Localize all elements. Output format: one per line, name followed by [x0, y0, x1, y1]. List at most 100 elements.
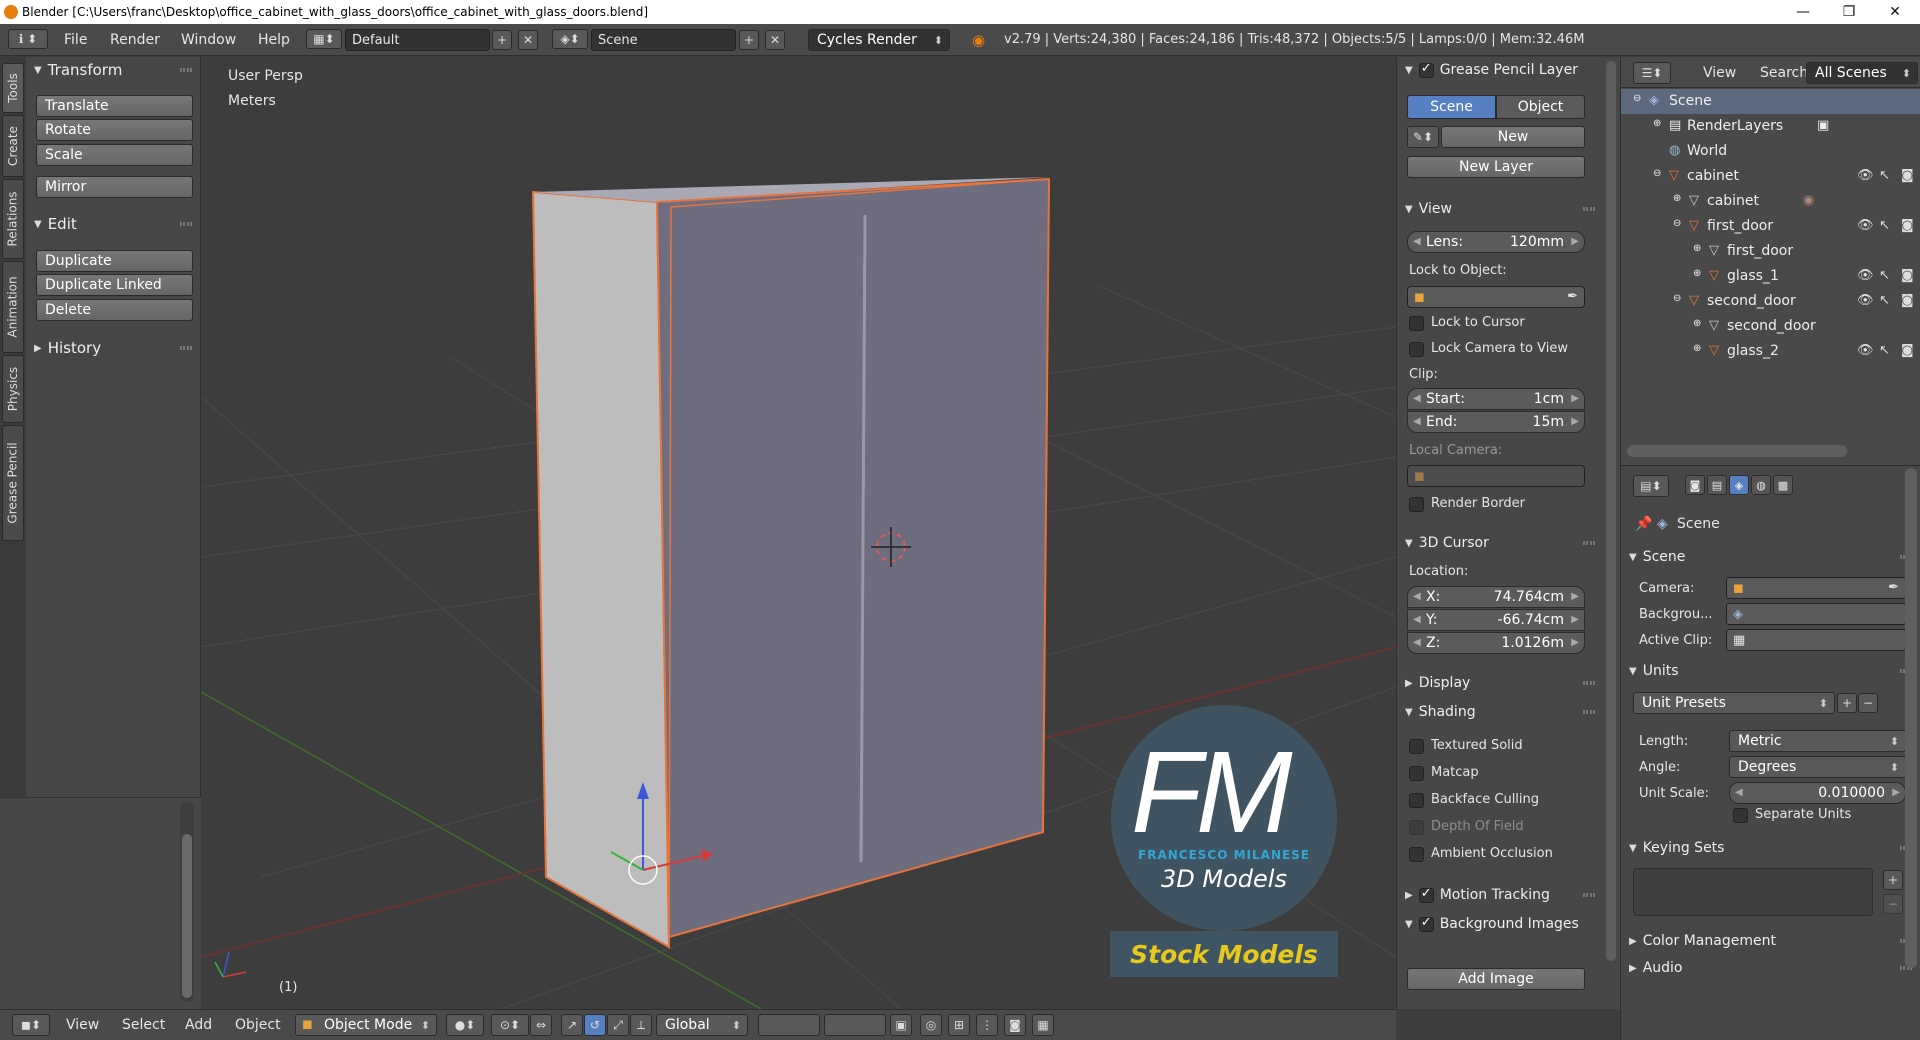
transform-orientation-icon[interactable]: ⟂: [630, 1014, 652, 1036]
render-camera-icon[interactable]: ◙: [1901, 343, 1914, 358]
translate-button[interactable]: Translate: [36, 95, 193, 117]
rotate-manipulator-icon[interactable]: ↺: [584, 1014, 606, 1036]
menu-object[interactable]: Object: [235, 1017, 281, 1033]
remove-layout-icon[interactable]: ✕: [518, 30, 538, 50]
snap-icon[interactable]: ⊞: [948, 1014, 970, 1036]
world-tab-icon[interactable]: ◍: [1751, 475, 1771, 495]
render-layers-tab-icon[interactable]: ▤: [1707, 475, 1727, 495]
eyedropper-icon[interactable]: ✒: [1567, 289, 1578, 304]
panel-3d-cursor-header[interactable]: ▼ 3D Cursor: [1397, 531, 1603, 555]
motion-tracking-checkbox[interactable]: [1418, 886, 1434, 903]
lock-camera-checkbox[interactable]: [1409, 342, 1424, 357]
editor-type-info-icon[interactable]: ℹ ⬍: [8, 29, 48, 49]
length-select[interactable]: Metric: [1729, 730, 1906, 752]
scene-field[interactable]: Scene: [591, 29, 736, 51]
properties-editor-icon[interactable]: ▤⬍: [1633, 475, 1669, 497]
clip-end-field[interactable]: ◀ End: 15m ▶: [1407, 411, 1585, 433]
tab-tools[interactable]: Tools: [2, 63, 24, 113]
menu-view[interactable]: View: [66, 1017, 99, 1033]
viewport-shading-icon[interactable]: ●⬍: [446, 1014, 484, 1036]
visibility-eye-icon[interactable]: 👁: [1857, 218, 1874, 233]
npanel-scroll-thumb[interactable]: [1606, 61, 1616, 961]
outliner-editor-icon[interactable]: ☰⬍: [1633, 62, 1671, 84]
cabinet-side[interactable]: [531, 190, 671, 949]
minimize-button[interactable]: —: [1780, 0, 1826, 24]
panel-motion-tracking-header[interactable]: ▶Motion Tracking: [1397, 883, 1603, 907]
remove-scene-icon[interactable]: ✕: [765, 30, 785, 50]
grease-pencil-checkbox[interactable]: [1418, 61, 1434, 78]
clip-start-field[interactable]: ◀ Start: 1cm ▶: [1407, 388, 1585, 410]
toolshelf-scroll-thumb[interactable]: [182, 834, 192, 998]
select-arrow-icon[interactable]: ↖: [1879, 218, 1890, 233]
render-border-checkbox[interactable]: [1409, 497, 1424, 512]
gp-object-tab[interactable]: Object: [1496, 95, 1585, 119]
layout-grid-icon[interactable]: ▦⬍: [306, 29, 342, 49]
unit-presets-select[interactable]: Unit Presets: [1633, 692, 1835, 714]
tab-create[interactable]: Create: [2, 115, 24, 177]
panel-history-header[interactable]: ▶ History: [26, 336, 200, 360]
outliner-row-second-door[interactable]: ⊖ ▽ second_door 👁 ↖ ◙: [1621, 289, 1920, 314]
outliner-row-first-door-mesh[interactable]: ⊕ ▽ first_door: [1621, 239, 1920, 264]
lock-object-field[interactable]: ◼ ✒: [1407, 286, 1585, 308]
panel-edit-header[interactable]: ▼ Edit: [26, 212, 200, 236]
cursor-x-field[interactable]: ◀ X: 74.764cm ▶: [1407, 586, 1585, 608]
outliner-row-renderlayers[interactable]: ⊕ ▤ RenderLayers ▣: [1621, 114, 1920, 139]
outliner-row-glass-1[interactable]: ⊕ ▽ glass_1 👁 ↖ ◙: [1621, 264, 1920, 289]
outliner-row-cabinet[interactable]: ⊖ ▽ cabinet 👁 ↖ ◙: [1621, 164, 1920, 189]
mode-select[interactable]: Object Mode: [295, 1014, 437, 1036]
layout-field[interactable]: Default: [345, 29, 490, 51]
gp-new-button[interactable]: New: [1441, 126, 1585, 148]
textured-solid-checkbox[interactable]: [1409, 739, 1424, 754]
pencil-icon[interactable]: ✎⬍: [1407, 126, 1439, 148]
add-image-button[interactable]: Add Image: [1407, 968, 1585, 990]
panel-units-header[interactable]: ▼ Units: [1621, 659, 1920, 683]
menu-window[interactable]: Window: [181, 32, 236, 48]
lock-cursor-checkbox[interactable]: [1409, 316, 1424, 331]
cursor-y-field[interactable]: ◀ Y: -66.74cm ▶: [1407, 609, 1585, 631]
select-arrow-icon[interactable]: ↖: [1879, 343, 1890, 358]
render-camera-icon[interactable]: ◙: [1901, 168, 1914, 183]
depth-of-field-checkbox[interactable]: [1409, 820, 1424, 835]
translate-manipulator-icon[interactable]: ↗: [561, 1014, 583, 1036]
pivot-point-icon[interactable]: ⊙⬍: [491, 1014, 529, 1036]
new-layer-button[interactable]: New Layer: [1407, 156, 1585, 178]
render-camera-icon[interactable]: ◙: [1901, 293, 1914, 308]
background-field[interactable]: ◈: [1726, 603, 1906, 625]
visibility-eye-icon[interactable]: 👁: [1857, 343, 1874, 358]
keying-sets-list[interactable]: [1633, 868, 1873, 916]
backface-culling-checkbox[interactable]: [1409, 793, 1424, 808]
add-scene-icon[interactable]: +: [739, 30, 759, 50]
lens-field[interactable]: ◀ Lens: 120mm ▶: [1407, 231, 1585, 253]
add-preset-icon[interactable]: +: [1837, 693, 1857, 713]
scene-tab-icon[interactable]: ◈: [1729, 475, 1749, 495]
outliner-filter-select[interactable]: All Scenes: [1806, 62, 1918, 84]
properties-scrollbar[interactable]: [1905, 468, 1917, 968]
panel-bg-images-header[interactable]: ▼Background Images: [1397, 912, 1603, 936]
panel-audio-header[interactable]: ▶ Audio: [1621, 956, 1920, 980]
panel-color-management-header[interactable]: ▶ Color Management: [1621, 929, 1920, 953]
local-camera-field[interactable]: ◼: [1407, 465, 1585, 487]
active-clip-field[interactable]: ▦: [1726, 629, 1906, 651]
pin-icon[interactable]: 📌: [1635, 516, 1652, 532]
unit-scale-field[interactable]: ◀ 0.010000 ▶: [1729, 782, 1906, 804]
maximize-button[interactable]: ❐: [1826, 0, 1872, 24]
duplicate-linked-button[interactable]: Duplicate Linked: [36, 274, 193, 296]
render-engine-select[interactable]: Cycles Render: [808, 29, 950, 51]
close-button[interactable]: ✕: [1872, 0, 1918, 24]
render-preview-icon[interactable]: ◙: [1004, 1014, 1026, 1036]
menu-file[interactable]: File: [64, 32, 87, 48]
select-arrow-icon[interactable]: ↖: [1879, 268, 1890, 283]
menu-select[interactable]: Select: [122, 1017, 165, 1033]
outliner-row-world[interactable]: ◍ World: [1621, 139, 1920, 164]
render-tab-icon[interactable]: ◙: [1685, 475, 1705, 495]
outliner-row-first-door[interactable]: ⊖ ▽ first_door 👁 ↖ ◙: [1621, 214, 1920, 239]
layer-buttons-b[interactable]: [824, 1014, 886, 1036]
remove-keying-set-icon[interactable]: −: [1883, 894, 1903, 914]
3d-viewport[interactable]: User Persp Meters (1) FM FRANCESCO MILAN…: [201, 57, 1396, 1009]
menu-help[interactable]: Help: [258, 32, 290, 48]
panel-shading-header[interactable]: ▼ Shading: [1397, 700, 1603, 724]
opengl-render-icon[interactable]: ▦: [1032, 1014, 1054, 1036]
outliner-row-scene[interactable]: ⊖ ◈ Scene: [1621, 89, 1920, 114]
layer-buttons-a[interactable]: [758, 1014, 820, 1036]
panel-transform-header[interactable]: ▼ Transform: [26, 58, 200, 82]
